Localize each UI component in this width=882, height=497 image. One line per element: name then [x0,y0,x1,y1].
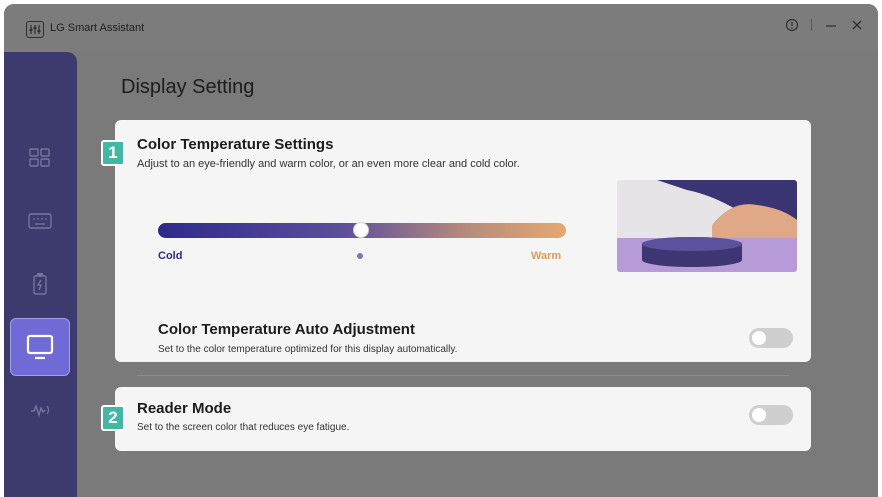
window-controls [785,18,864,32]
sidebar-item-dashboard[interactable] [10,129,70,187]
sidebar-item-display[interactable] [10,318,70,376]
auto-adjustment-toggle[interactable] [749,328,793,348]
callout-badge-2: 2 [101,405,125,431]
audio-icon [31,403,50,418]
section-divider [137,375,789,376]
auto-adjustment-description: Set to the color temperature optimized f… [158,344,458,355]
sidebar-item-battery[interactable] [10,255,70,313]
slider-warm-label: Warm [531,250,562,262]
callout-badge-1: 1 [101,140,125,166]
color-temperature-description: Adjust to an eye-friendly and warm color… [137,158,520,170]
keyboard-icon [28,213,52,229]
battery-icon [33,273,47,295]
app-logo-icon [26,21,44,38]
sidebar [4,52,77,497]
toggle-knob [752,408,766,422]
slider-default-marker [357,253,363,259]
color-temperature-title: Color Temperature Settings [137,136,334,153]
toggle-knob [752,331,766,345]
main-panel: Display Setting Color Temperature Settin… [77,52,878,497]
app-window: LG Smart Assistant Display Setting Color… [4,4,878,497]
monitor-icon [26,334,54,360]
reader-mode-card: Reader Mode Set to the screen color that… [115,387,811,451]
page-title: Display Setting [121,76,255,98]
close-icon[interactable] [850,18,864,32]
color-preview-image [617,180,797,272]
sidebar-item-audio[interactable] [10,381,70,439]
reader-mode-title: Reader Mode [137,400,232,417]
sidebar-item-keyboard[interactable] [10,192,70,250]
title-bar: LG Smart Assistant [4,4,878,52]
app-title: LG Smart Assistant [50,22,145,34]
window-controls-divider [811,19,812,31]
slider-cold-label: Cold [158,250,183,262]
reader-mode-toggle[interactable] [749,405,793,425]
dashboard-icon [29,148,50,167]
info-icon[interactable] [785,18,799,32]
color-temperature-slider-thumb[interactable] [353,222,369,238]
reader-mode-description: Set to the screen color that reduces eye… [137,422,350,433]
auto-adjustment-title: Color Temperature Auto Adjustment [158,321,415,338]
minimize-icon[interactable] [824,18,838,32]
color-temperature-card: Color Temperature Settings Adjust to an … [115,120,811,362]
